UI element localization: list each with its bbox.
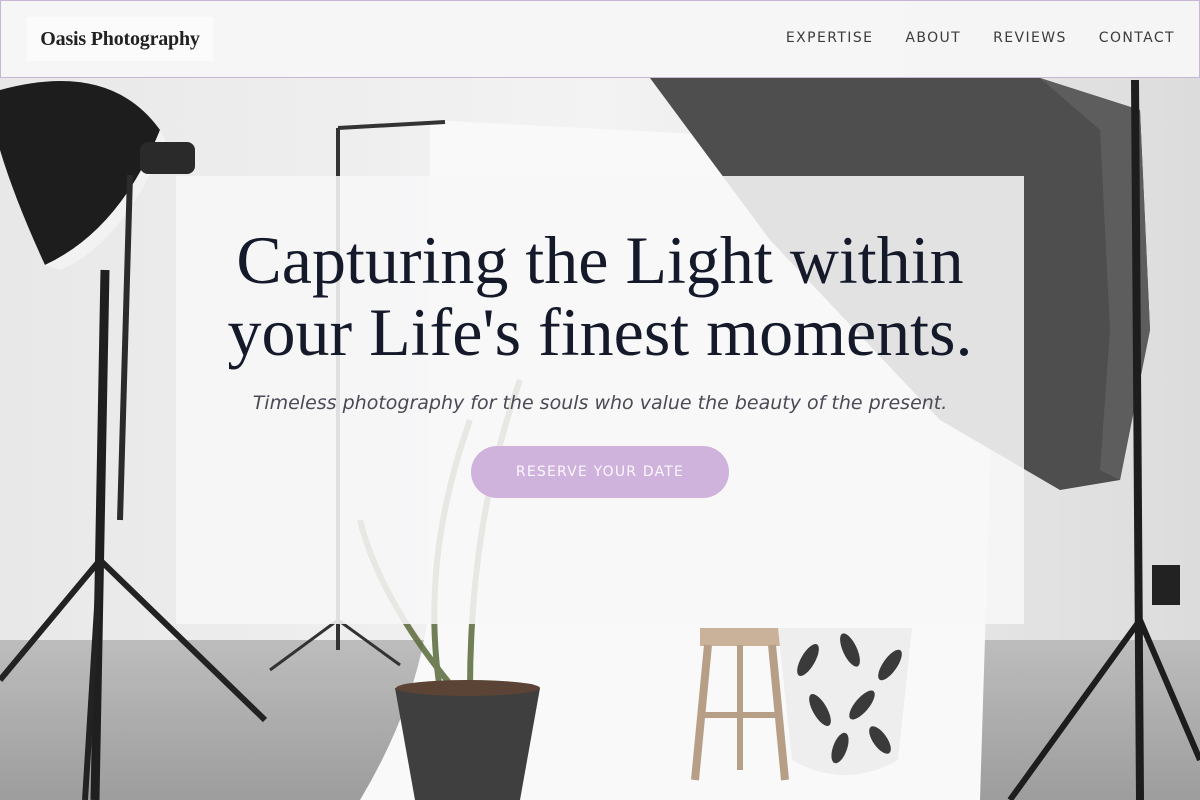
nav-link-expertise[interactable]: EXPERTISE (786, 30, 873, 46)
site-header: Oasis Photography EXPERTISE ABOUT REVIEW… (0, 0, 1200, 78)
main-nav: EXPERTISE ABOUT REVIEWS CONTACT (786, 30, 1175, 46)
nav-link-reviews[interactable]: REVIEWS (993, 30, 1067, 46)
hero-subtitle: Timeless photography for the souls who v… (252, 392, 948, 414)
hero-card: Capturing the Light within your Life's f… (176, 176, 1024, 624)
logo-container[interactable]: Oasis Photography (27, 17, 213, 61)
reserve-date-button[interactable]: RESERVE YOUR DATE (471, 446, 729, 498)
nav-link-about[interactable]: ABOUT (905, 30, 961, 46)
site-logo[interactable]: Oasis Photography (40, 28, 200, 51)
nav-link-contact[interactable]: CONTACT (1099, 30, 1175, 46)
hero-title: Capturing the Light within your Life's f… (227, 222, 973, 370)
